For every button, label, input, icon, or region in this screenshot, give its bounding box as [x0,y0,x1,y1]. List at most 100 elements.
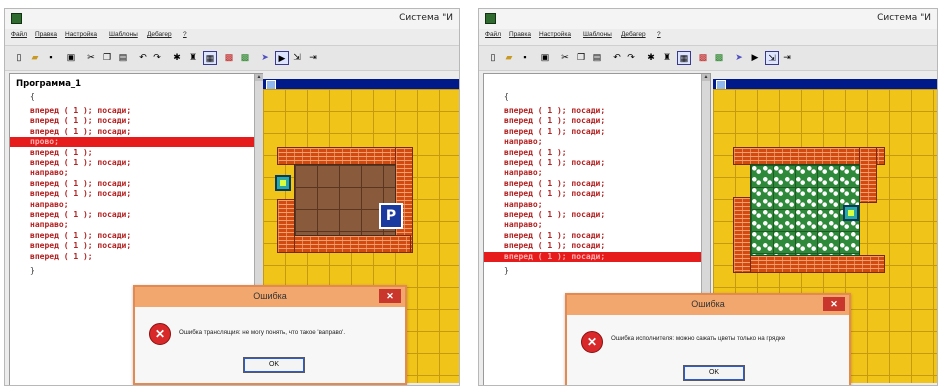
code-line[interactable]: вперед ( 1 ); посади; [30,189,131,199]
menu-edit[interactable]: Правка [509,31,531,38]
menu-settings[interactable]: Настройка [539,31,571,38]
run-icon[interactable]: ▶ [275,51,289,65]
code-line[interactable]: направо; [504,200,543,210]
code-line[interactable]: вперед ( 1 ); посади; [30,116,131,126]
code-line[interactable]: вперед ( 1 ); [504,148,567,158]
menu-edit[interactable]: Правка [35,31,57,38]
ok-button[interactable]: OK [683,365,745,381]
robot-icon-field [843,205,859,221]
title-bar[interactable]: Система "И [5,9,459,29]
code-brace[interactable]: { [504,92,509,102]
redo-icon[interactable]: ↷ [151,51,163,63]
code-line[interactable]: вперед ( 1 ); посади; [30,158,131,168]
code-line[interactable]: вперед ( 1 ); посади; [30,127,131,137]
code-line[interactable]: направо; [504,220,543,230]
dialog-title: Ошибка [253,291,287,301]
menu-help[interactable]: ? [183,31,187,38]
grid-red-icon[interactable]: ▩ [697,51,709,63]
step-icon[interactable]: ➤ [259,51,271,63]
code-line[interactable]: вперед ( 1 ); посади; [504,158,605,168]
error-highlight-line[interactable]: вперед ( 1 ); посади; [484,251,710,262]
code-line[interactable]: направо; [504,168,543,178]
step-into-icon[interactable]: ⇲ [765,51,779,65]
open-folder-icon[interactable]: ▰ [29,51,41,63]
robot-icon[interactable]: ♜ [661,51,673,63]
code-line[interactable]: вперед ( 1 ); посади; [30,210,131,220]
error-highlight-line[interactable]: прово; [10,137,262,148]
undo-icon[interactable]: ↶ [611,51,623,63]
code-line[interactable]: вперед ( 1 ); посади; [504,241,605,251]
save-icon[interactable]: ▪ [45,51,57,63]
code-line[interactable]: вперед ( 1 ); посади; [504,189,605,199]
code-line[interactable]: направо; [30,168,69,178]
code-line[interactable]: направо; [30,200,69,210]
run-icon[interactable]: ▶ [749,51,761,63]
code-line[interactable]: вперед ( 1 ); посади; [30,241,131,251]
code-line[interactable]: вперед ( 1 ); [30,252,93,262]
open-folder-icon[interactable]: ▰ [503,51,515,63]
save-icon[interactable]: ▪ [519,51,531,63]
field-icon[interactable]: ▦ [203,51,217,65]
grid-green-icon[interactable]: ▩ [713,51,725,63]
copy-icon[interactable]: ❐ [101,51,113,63]
window-title: Система "И [399,13,453,23]
bug-icon[interactable]: ✱ [645,51,657,63]
menu-help[interactable]: ? [657,31,661,38]
print-icon[interactable]: ▣ [539,51,551,63]
paste-icon[interactable]: ▤ [591,51,603,63]
code-line[interactable]: вперед ( 1 ); посади; [504,210,605,220]
step-into-icon[interactable]: ⇲ [291,51,303,63]
dialog-close-button[interactable]: ✕ [823,297,845,311]
step-icon[interactable]: ➤ [733,51,745,63]
code-brace[interactable]: { [30,92,35,102]
robot-icon-field [275,175,291,191]
code-line[interactable]: направо; [504,137,543,147]
toolbar: ▯ ▰ ▪ ▣ ✂ ❐ ▤ ↶ ↷ ✱ ♜ ▦ ▩ ▩ ➤ ▶ ⇲ ⇥ [5,45,459,71]
undo-icon[interactable]: ↶ [137,51,149,63]
grid-red-icon[interactable]: ▩ [223,51,235,63]
code-line[interactable]: вперед ( 1 ); посади; [504,127,605,137]
bug-icon[interactable]: ✱ [171,51,183,63]
code-line[interactable]: направо; [30,220,69,230]
robot-icon[interactable]: ♜ [187,51,199,63]
copy-icon[interactable]: ❐ [575,51,587,63]
paste-icon[interactable]: ▤ [117,51,129,63]
code-line[interactable]: вперед ( 1 ); посади; [30,231,131,241]
code-line[interactable]: вперед ( 1 ); посади; [30,106,131,116]
menu-settings[interactable]: Настройка [65,31,97,38]
new-file-icon[interactable]: ▯ [13,51,25,63]
new-file-icon[interactable]: ▯ [487,51,499,63]
step-over-icon[interactable]: ⇥ [307,51,319,63]
code-line[interactable]: вперед ( 1 ); посади; [504,179,605,189]
scroll-up-icon[interactable]: ▲ [702,74,710,81]
menu-file[interactable]: Файл [11,31,27,38]
app-icon [485,13,496,24]
code-line[interactable]: вперед ( 1 ); посади; [504,231,605,241]
ok-button[interactable]: OK [243,357,305,373]
code-line-text: вперед ( 1 ); посади; [504,251,606,261]
scroll-up-icon[interactable]: ▲ [255,74,263,81]
cut-icon[interactable]: ✂ [559,51,571,63]
brick-wall-left [277,199,295,253]
title-bar[interactable]: Система "И [479,9,937,29]
redo-icon[interactable]: ↷ [625,51,637,63]
step-over-icon[interactable]: ⇥ [781,51,793,63]
code-brace[interactable]: } [504,266,509,276]
print-icon[interactable]: ▣ [65,51,77,63]
left-application-window: Система "И Файл Правка Настройка Шаблоны… [4,8,460,386]
menu-templates[interactable]: Шаблоны [109,31,138,38]
menu-debugger[interactable]: Дебагер [147,31,172,38]
code-line[interactable]: вперед ( 1 ); посади; [504,116,605,126]
menu-templates[interactable]: Шаблоны [583,31,612,38]
dialog-close-button[interactable]: ✕ [379,289,401,303]
menu-file[interactable]: Файл [485,31,501,38]
grid-green-icon[interactable]: ▩ [239,51,251,63]
code-line[interactable]: вперед ( 1 ); [30,148,93,158]
toolbar: ▯ ▰ ▪ ▣ ✂ ❐ ▤ ↶ ↷ ✱ ♜ ▦ ▩ ▩ ➤ ▶ ⇲ ⇥ [479,45,937,71]
code-brace[interactable]: } [30,266,35,276]
cut-icon[interactable]: ✂ [85,51,97,63]
menu-debugger[interactable]: Дебагер [621,31,646,38]
code-line[interactable]: вперед ( 1 ); посади; [30,179,131,189]
field-icon[interactable]: ▦ [677,51,691,65]
code-line[interactable]: вперед ( 1 ); посади; [504,106,605,116]
